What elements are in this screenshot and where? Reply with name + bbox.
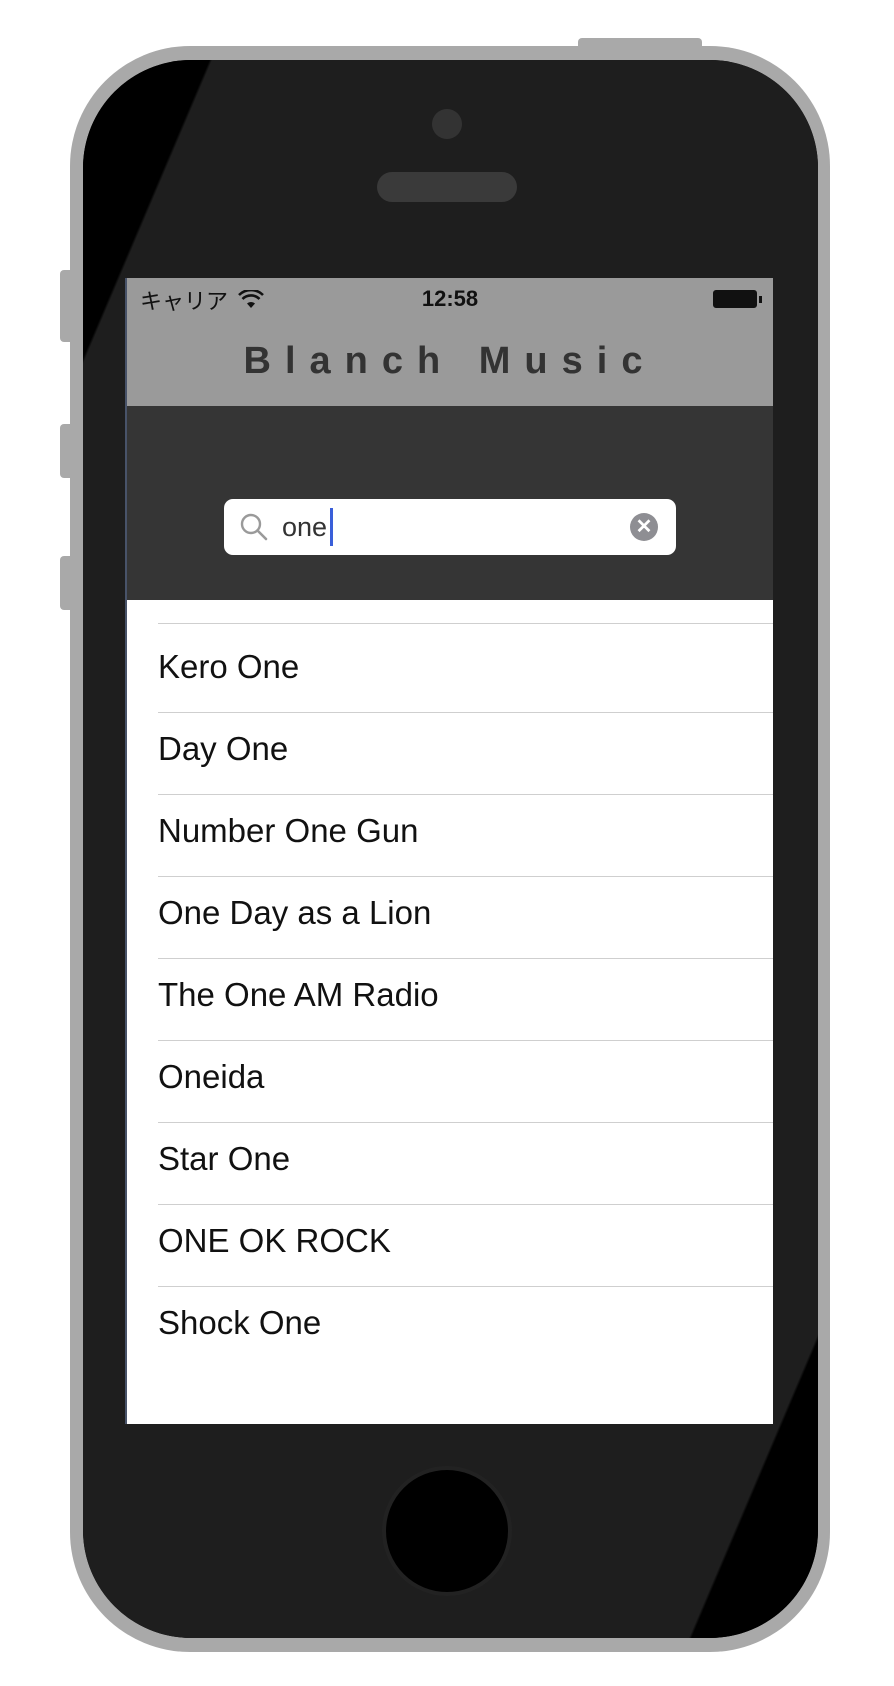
list-item[interactable]: Star One bbox=[127, 1116, 773, 1205]
list-item[interactable]: Number One Gun bbox=[127, 788, 773, 877]
earpiece-speaker bbox=[377, 172, 517, 202]
list-item[interactable]: Oneida bbox=[127, 1034, 773, 1123]
search-icon bbox=[240, 513, 268, 541]
search-input[interactable]: one bbox=[282, 509, 327, 545]
list-item[interactable]: One Day as a Lion bbox=[127, 870, 773, 959]
list-item-label: Number One Gun bbox=[158, 812, 419, 849]
list-item-label: One Day as a Lion bbox=[158, 894, 432, 931]
navigation-bar: Blanch Music bbox=[127, 318, 773, 406]
search-bar[interactable]: one ✕ bbox=[224, 499, 676, 555]
search-area: one ✕ bbox=[127, 406, 773, 600]
app-title: Blanch Music bbox=[243, 340, 657, 382]
list-item-label: Kero One bbox=[158, 648, 300, 685]
status-time: 12:58 bbox=[421, 286, 479, 311]
home-button[interactable] bbox=[382, 1466, 512, 1596]
list-item[interactable]: The One AM Radio bbox=[127, 952, 773, 1041]
app-screen: キャリア 12:58 Blanch Music one ✕ Kero One D… bbox=[127, 278, 773, 1424]
status-bar: キャリア 12:58 bbox=[127, 278, 773, 318]
list-item-label: ONE OK ROCK bbox=[158, 1222, 391, 1259]
battery-icon bbox=[713, 290, 762, 308]
list-item[interactable]: Day One bbox=[127, 706, 773, 795]
list-item[interactable]: Shock One bbox=[127, 1280, 773, 1369]
list-item-label: Star One bbox=[158, 1140, 291, 1177]
list-item-label: Oneida bbox=[158, 1058, 265, 1095]
list-item[interactable]: ONE OK ROCK bbox=[127, 1198, 773, 1287]
list-item[interactable]: Kero One bbox=[127, 624, 773, 713]
list-item-label: Shock One bbox=[158, 1304, 322, 1341]
front-camera bbox=[432, 109, 462, 139]
list-item-label: Day One bbox=[158, 730, 289, 767]
results-list: Kero One Day One Number One Gun One Day … bbox=[127, 600, 773, 1424]
list-item-label: The One AM Radio bbox=[158, 976, 439, 1013]
clear-icon[interactable]: ✕ bbox=[630, 513, 658, 541]
text-cursor bbox=[330, 508, 333, 546]
